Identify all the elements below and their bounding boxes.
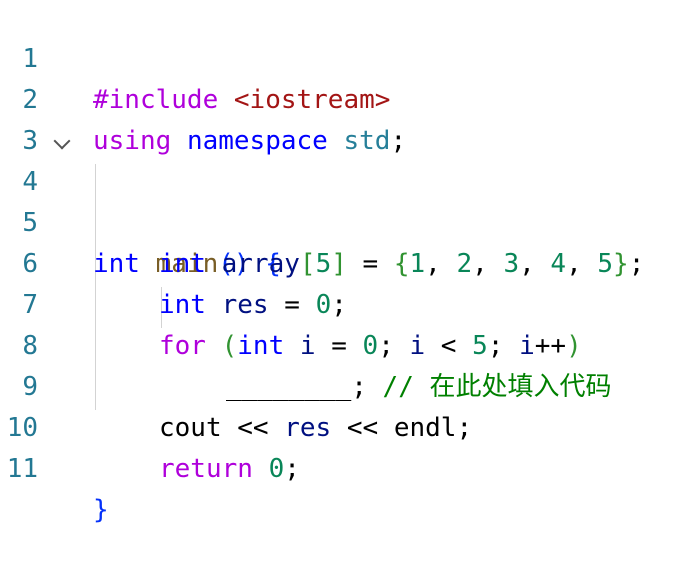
- semicolon: ;: [284, 454, 300, 484]
- number: 0: [268, 454, 285, 484]
- code-line-11[interactable]: 11 }: [0, 408, 691, 525]
- close-brace: }: [93, 495, 109, 525]
- chevron-down-icon[interactable]: [53, 132, 71, 150]
- code-line-10[interactable]: 10 return 0;: [0, 367, 691, 484]
- code-line-1[interactable]: 1 #include <iostream>: [0, 0, 691, 115]
- keyword-return: return: [159, 454, 253, 484]
- code-line-4[interactable]: 4 int main() {: [0, 121, 691, 279]
- code-line-8[interactable]: 8 ________; // 在此处填入代码: [0, 285, 691, 402]
- code-line-2[interactable]: 2 using namespace std;: [0, 39, 691, 156]
- code-line-9[interactable]: 9 cout << res << endl;: [0, 326, 691, 443]
- code-editor[interactable]: 1 #include <iostream> 2 using namespace …: [0, 0, 691, 525]
- code-line-3[interactable]: 3: [0, 80, 691, 156]
- code-line-6[interactable]: 6 int res = 0;: [0, 203, 691, 320]
- code-line-5[interactable]: 5 int array[5] = {1, 2, 3, 4, 5};: [0, 162, 691, 279]
- code-line-7[interactable]: 7 for (int i = 0; i < 5; i++): [0, 244, 691, 361]
- line-number: 11: [6, 454, 38, 484]
